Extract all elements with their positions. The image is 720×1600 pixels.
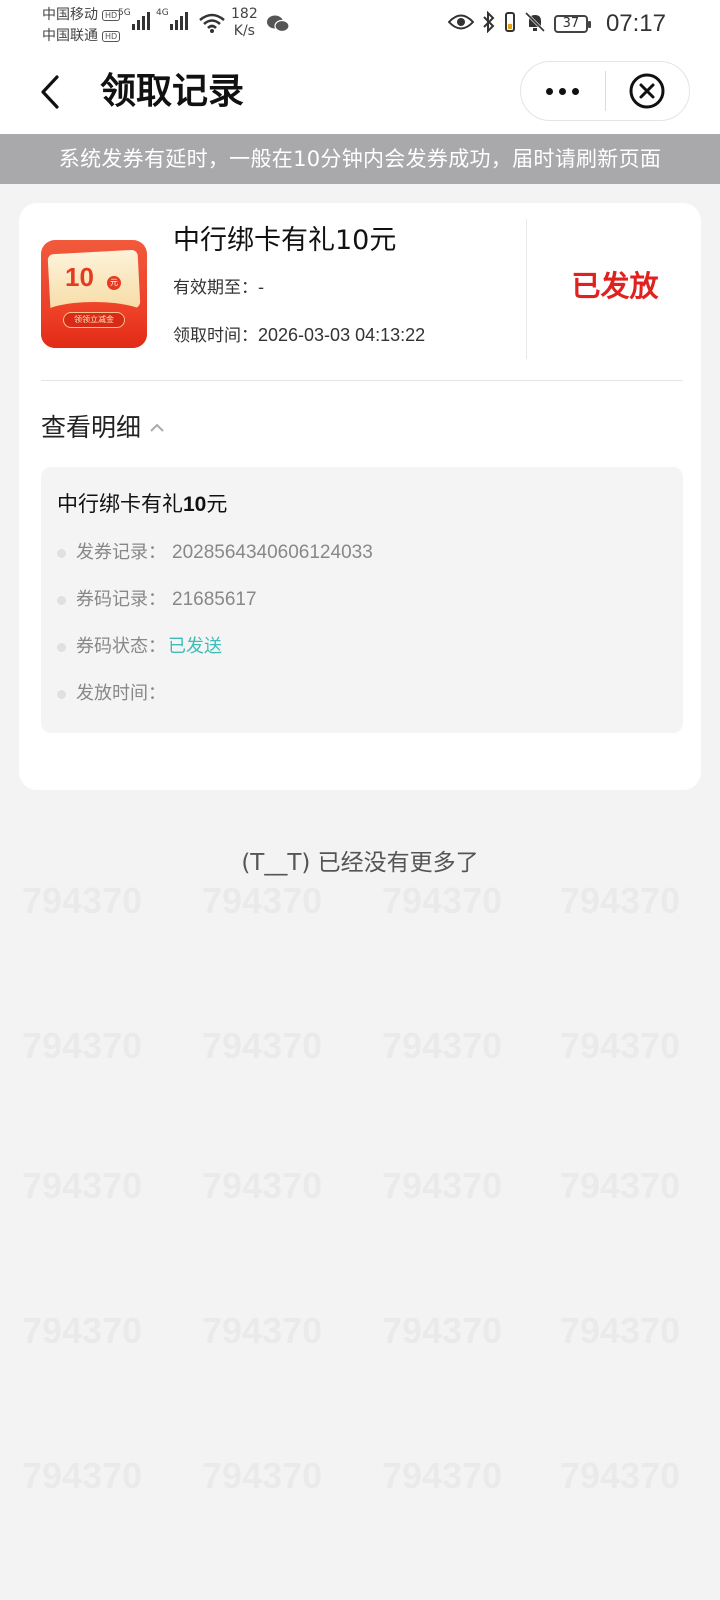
detail-panel: 中行绑卡有礼10元 发券记录： 2028564340606124033 券码记录：… bbox=[41, 467, 683, 733]
watermark-text: 794370 bbox=[202, 1165, 322, 1207]
bluetooth-icon bbox=[482, 10, 496, 37]
page-title: 领取记录 bbox=[100, 71, 245, 112]
detail-row-issue-time: 发放时间： bbox=[57, 680, 172, 708]
bell-muted-icon bbox=[524, 11, 546, 37]
view-details-toggle[interactable]: 查看明细 bbox=[41, 410, 165, 446]
status-badge: 已发放 bbox=[571, 269, 659, 303]
coupon-thumb-amount: 10 bbox=[65, 262, 94, 292]
status-right: 37 07:17 bbox=[447, 10, 666, 38]
vibrate-icon bbox=[504, 11, 516, 37]
bullet-icon bbox=[57, 689, 66, 699]
close-button[interactable] bbox=[606, 61, 690, 121]
watermark-text: 794370 bbox=[382, 1165, 502, 1207]
bullet-icon bbox=[57, 595, 66, 605]
chevron-left-icon bbox=[41, 75, 59, 109]
claim-label: 领取时间： bbox=[173, 326, 258, 346]
miniprogram-capsule bbox=[520, 61, 690, 121]
watermark-text: 794370 bbox=[22, 1310, 142, 1352]
bullet-icon bbox=[57, 548, 66, 558]
carrier-2: 中国联通 bbox=[42, 28, 98, 44]
detail-title: 中行绑卡有礼10元 bbox=[57, 492, 228, 516]
view-details-label: 查看明细 bbox=[41, 413, 142, 442]
valid-value: - bbox=[258, 278, 265, 298]
detail-row-issue-record: 发券记录： 2028564340606124033 bbox=[57, 539, 373, 567]
carrier-info: 中国移动 HD 中国联通 HD bbox=[42, 5, 121, 47]
watermark-text: 794370 bbox=[22, 1165, 142, 1207]
claim-time: 领取时间：2026-03-03 04:13:22 bbox=[173, 322, 425, 349]
watermark-text: 794370 bbox=[202, 880, 322, 922]
watermark-text: 794370 bbox=[22, 1025, 142, 1067]
eye-icon bbox=[447, 13, 475, 35]
claim-value: 2026-03-03 04:13:22 bbox=[258, 325, 426, 345]
watermark-text: 794370 bbox=[22, 1455, 142, 1497]
signal-5g-icon: 5G bbox=[118, 8, 150, 30]
wifi-icon bbox=[198, 12, 226, 38]
battery-icon: 37 bbox=[553, 15, 591, 33]
coupon-image: 10 元 领领立减金 bbox=[41, 240, 147, 348]
carrier-1: 中国移动 bbox=[42, 7, 98, 23]
watermark-text: 794370 bbox=[202, 1310, 322, 1352]
no-more-text: (T__T) 已经没有更多了 bbox=[241, 850, 479, 876]
wechat-icon bbox=[266, 14, 290, 38]
watermark-text: 794370 bbox=[382, 880, 502, 922]
chevron-up-icon bbox=[150, 423, 164, 432]
hd-badge: HD bbox=[102, 31, 121, 42]
record-card: 10 元 领领立减金 中行绑卡有礼10元 有效期至：- 领取时间：2026-03… bbox=[19, 203, 701, 790]
watermark-text: 794370 bbox=[382, 1025, 502, 1067]
more-button[interactable] bbox=[521, 61, 605, 121]
watermark-text: 794370 bbox=[560, 1455, 680, 1497]
watermark-text: 794370 bbox=[382, 1455, 502, 1497]
watermark-text: 794370 bbox=[382, 1310, 502, 1352]
signal-4g-icon: 4G bbox=[156, 8, 188, 30]
horizontal-divider bbox=[41, 380, 683, 381]
detail-row-code-status: 券码状态： 已发送 bbox=[57, 633, 222, 661]
clock: 07:17 bbox=[605, 10, 666, 37]
watermark-text: 794370 bbox=[202, 1455, 322, 1497]
signal-indicators: 5G 4G bbox=[118, 8, 188, 30]
vertical-divider bbox=[526, 219, 527, 359]
network-speed: 182 K/s bbox=[231, 6, 258, 39]
bullet-icon bbox=[57, 642, 66, 652]
coupon-thumb-unit: 元 bbox=[107, 276, 121, 290]
delay-notice: 系统发券有延时，一般在10分钟内会发券成功，届时请刷新页面 bbox=[0, 134, 720, 184]
watermark-text: 794370 bbox=[202, 1025, 322, 1067]
nav-bar: 领取记录 bbox=[0, 50, 720, 134]
detail-row-code-record: 券码记录： 21685617 bbox=[57, 586, 257, 614]
coupon-thumb-ribbon: 领领立减金 bbox=[63, 312, 125, 328]
watermark-text: 794370 bbox=[22, 880, 142, 922]
coupon-title: 中行绑卡有礼10元 bbox=[173, 225, 397, 256]
status-bar: 中国移动 HD 中国联通 HD 5G 4G 182 K/s 37 07:17 bbox=[0, 0, 720, 50]
valid-until: 有效期至：- bbox=[173, 275, 264, 301]
watermark-text: 794370 bbox=[560, 1310, 680, 1352]
watermark-text: 794370 bbox=[560, 880, 680, 922]
more-dots-icon bbox=[543, 87, 582, 95]
back-button[interactable] bbox=[28, 70, 72, 114]
valid-label: 有效期至： bbox=[173, 278, 258, 298]
watermark-text: 794370 bbox=[560, 1165, 680, 1207]
watermark-text: 794370 bbox=[560, 1025, 680, 1067]
close-circle-icon bbox=[629, 73, 665, 109]
